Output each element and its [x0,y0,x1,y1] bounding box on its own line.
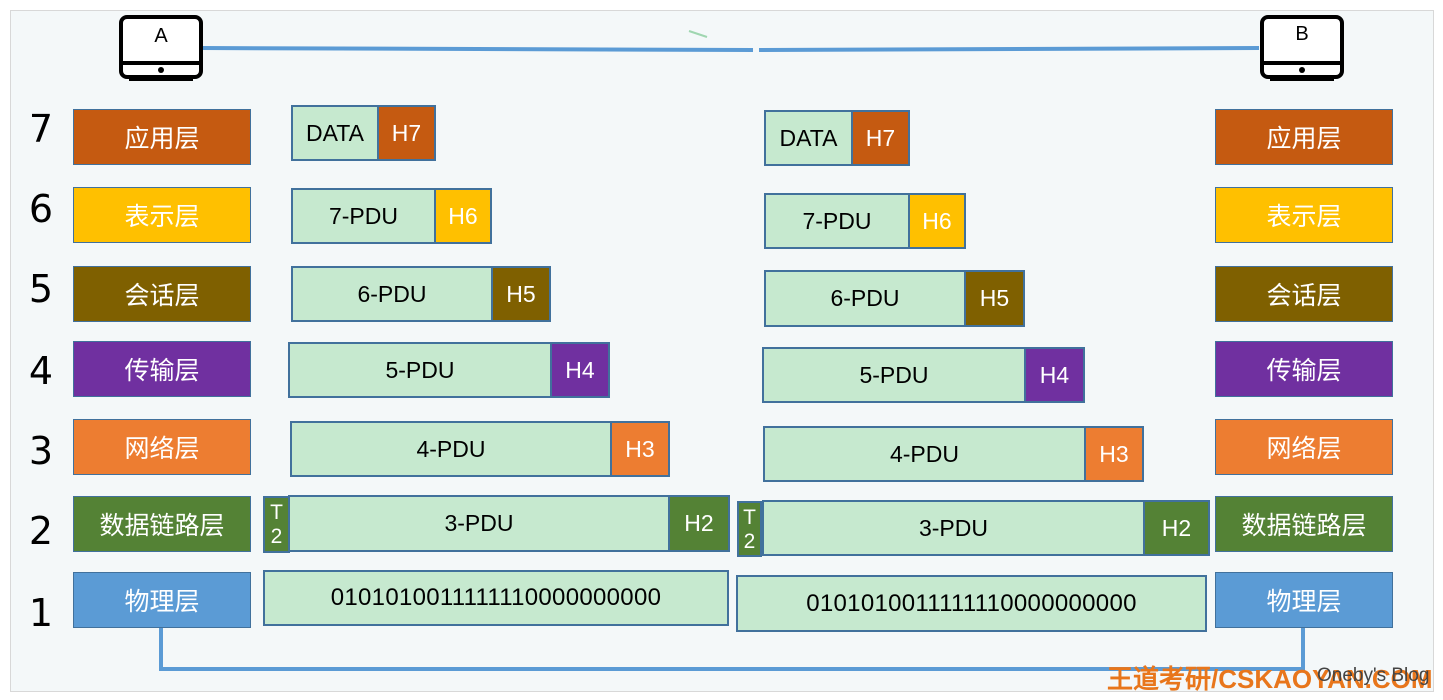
a-bit-stream: 0101010011111110000000000 [263,570,729,626]
a-pdu-7: 7-PDU [291,188,436,244]
b-header-h4: H4 [1024,347,1085,403]
b-layer-transport: 传输层 [1215,341,1393,397]
a-header-h7: H7 [377,105,436,161]
b-pdu-5: 5-PDU [762,347,1026,403]
b-header-h3: H3 [1084,426,1144,482]
b-header-h2: H2 [1143,500,1210,556]
layer-number-1: 1 [28,591,54,635]
a-layer-session: 会话层 [73,266,251,322]
a-header-h2: H2 [668,495,730,552]
b-layer-presentation: 表示层 [1215,187,1393,243]
b-trailer-t2: T 2 [737,501,762,557]
computer-a-monitor-icon: A [119,15,203,83]
a-header-h5: H5 [491,266,551,322]
a-pdu-data: DATA [291,105,379,161]
a-layer-presentation: 表示层 [73,187,251,243]
watermark-blog: Oneby's Blog [1317,665,1430,686]
layer-number-2: 2 [28,509,54,553]
b-pdu-3: 3-PDU [762,500,1145,556]
a-layer-application: 应用层 [73,109,251,165]
b-header-h7: H7 [851,110,910,166]
b-layer-physical: 物理层 [1215,572,1393,628]
top-link-right [758,46,1260,52]
computer-b-label: B [1295,23,1309,45]
top-link-left [200,46,754,52]
a-header-h6: H6 [434,188,492,244]
layer-number-6: 6 [28,187,54,231]
slide: A B 7 6 5 4 3 2 1 应用层 表示层 会话层 传输层 网络层 数据… [10,10,1434,692]
a-header-h4: H4 [550,342,610,398]
a-layer-physical: 物理层 [73,572,251,628]
layer-number-5: 5 [28,267,54,311]
a-pdu-4: 4-PDU [290,421,612,477]
b-header-h6: H6 [908,193,966,249]
b-trailer-t: T [743,505,756,529]
computer-b-monitor-icon: B [1260,15,1344,83]
b-layer-network: 网络层 [1215,419,1393,475]
a-pdu-3: 3-PDU [288,495,670,552]
b-layer-application: 应用层 [1215,109,1393,165]
b-bit-stream: 0101010011111110000000000 [736,575,1207,632]
a-header-h3: H3 [610,421,670,477]
b-layer-session: 会话层 [1215,266,1393,322]
link-mark [688,30,708,38]
b-pdu-data: DATA [764,110,853,166]
a-trailer-2: 2 [270,525,283,549]
layer-number-3: 3 [28,429,54,473]
a-pdu-6: 6-PDU [291,266,493,322]
b-trailer-2: 2 [743,529,756,553]
a-layer-network: 网络层 [73,419,251,475]
a-trailer-t: T [270,500,283,524]
a-pdu-5: 5-PDU [288,342,552,398]
b-pdu-4: 4-PDU [763,426,1086,482]
b-pdu-6: 6-PDU [764,270,966,327]
a-trailer-t2: T 2 [263,496,290,553]
layer-number-7: 7 [28,107,54,151]
b-layer-data-link: 数据链路层 [1215,496,1393,552]
b-header-h5: H5 [964,270,1025,327]
a-layer-transport: 传输层 [73,341,251,397]
b-pdu-7: 7-PDU [764,193,910,249]
a-layer-data-link: 数据链路层 [73,496,251,552]
computer-a-label: A [154,25,168,47]
layer-number-4: 4 [28,349,54,393]
